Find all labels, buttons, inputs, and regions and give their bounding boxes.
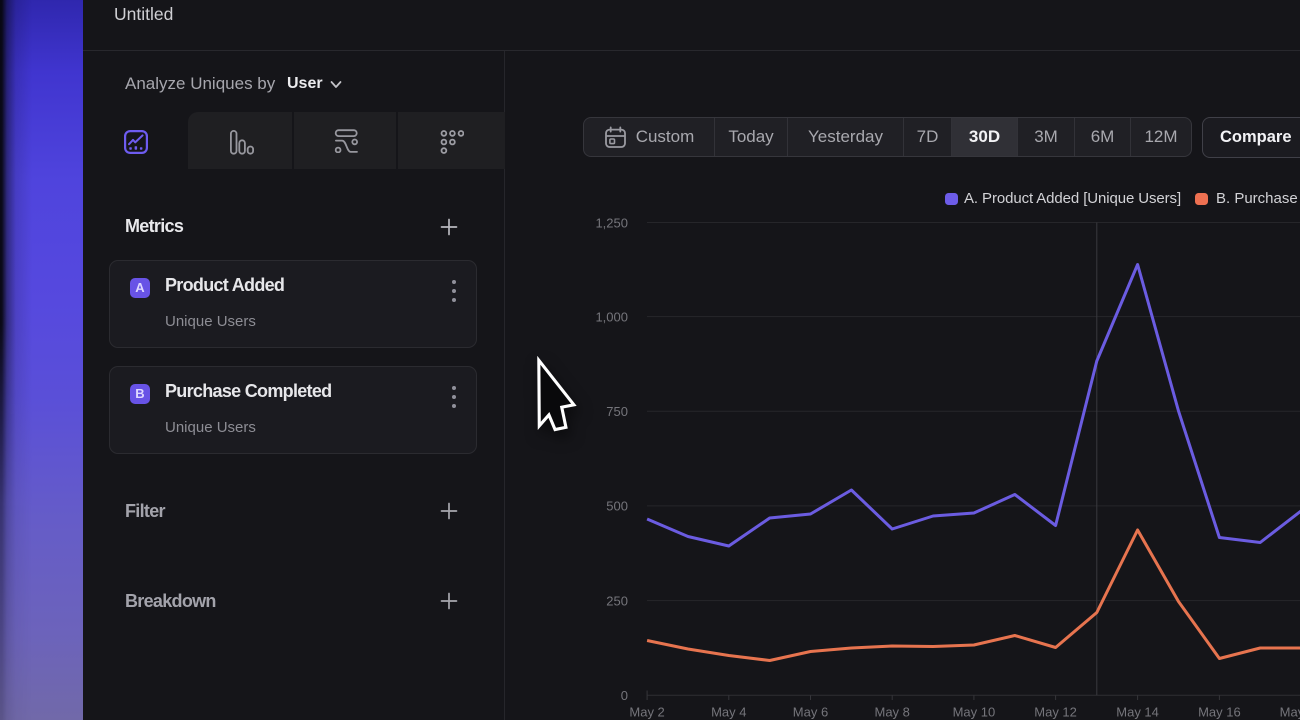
svg-text:750: 750 [606, 404, 628, 419]
svg-text:500: 500 [606, 499, 628, 514]
svg-text:May 8: May 8 [874, 705, 909, 720]
svg-text:May 2: May 2 [629, 705, 664, 720]
svg-text:1,000: 1,000 [595, 309, 628, 324]
svg-text:May 10: May 10 [953, 705, 996, 720]
svg-text:0: 0 [621, 688, 628, 703]
svg-text:May 12: May 12 [1034, 705, 1077, 720]
svg-text:May 6: May 6 [793, 705, 828, 720]
svg-text:1,250: 1,250 [595, 215, 628, 230]
svg-text:May 14: May 14 [1116, 705, 1159, 720]
svg-text:May 4: May 4 [711, 705, 746, 720]
svg-text:May 18: May 18 [1280, 705, 1300, 720]
svg-text:250: 250 [606, 593, 628, 608]
svg-text:May 16: May 16 [1198, 705, 1241, 720]
